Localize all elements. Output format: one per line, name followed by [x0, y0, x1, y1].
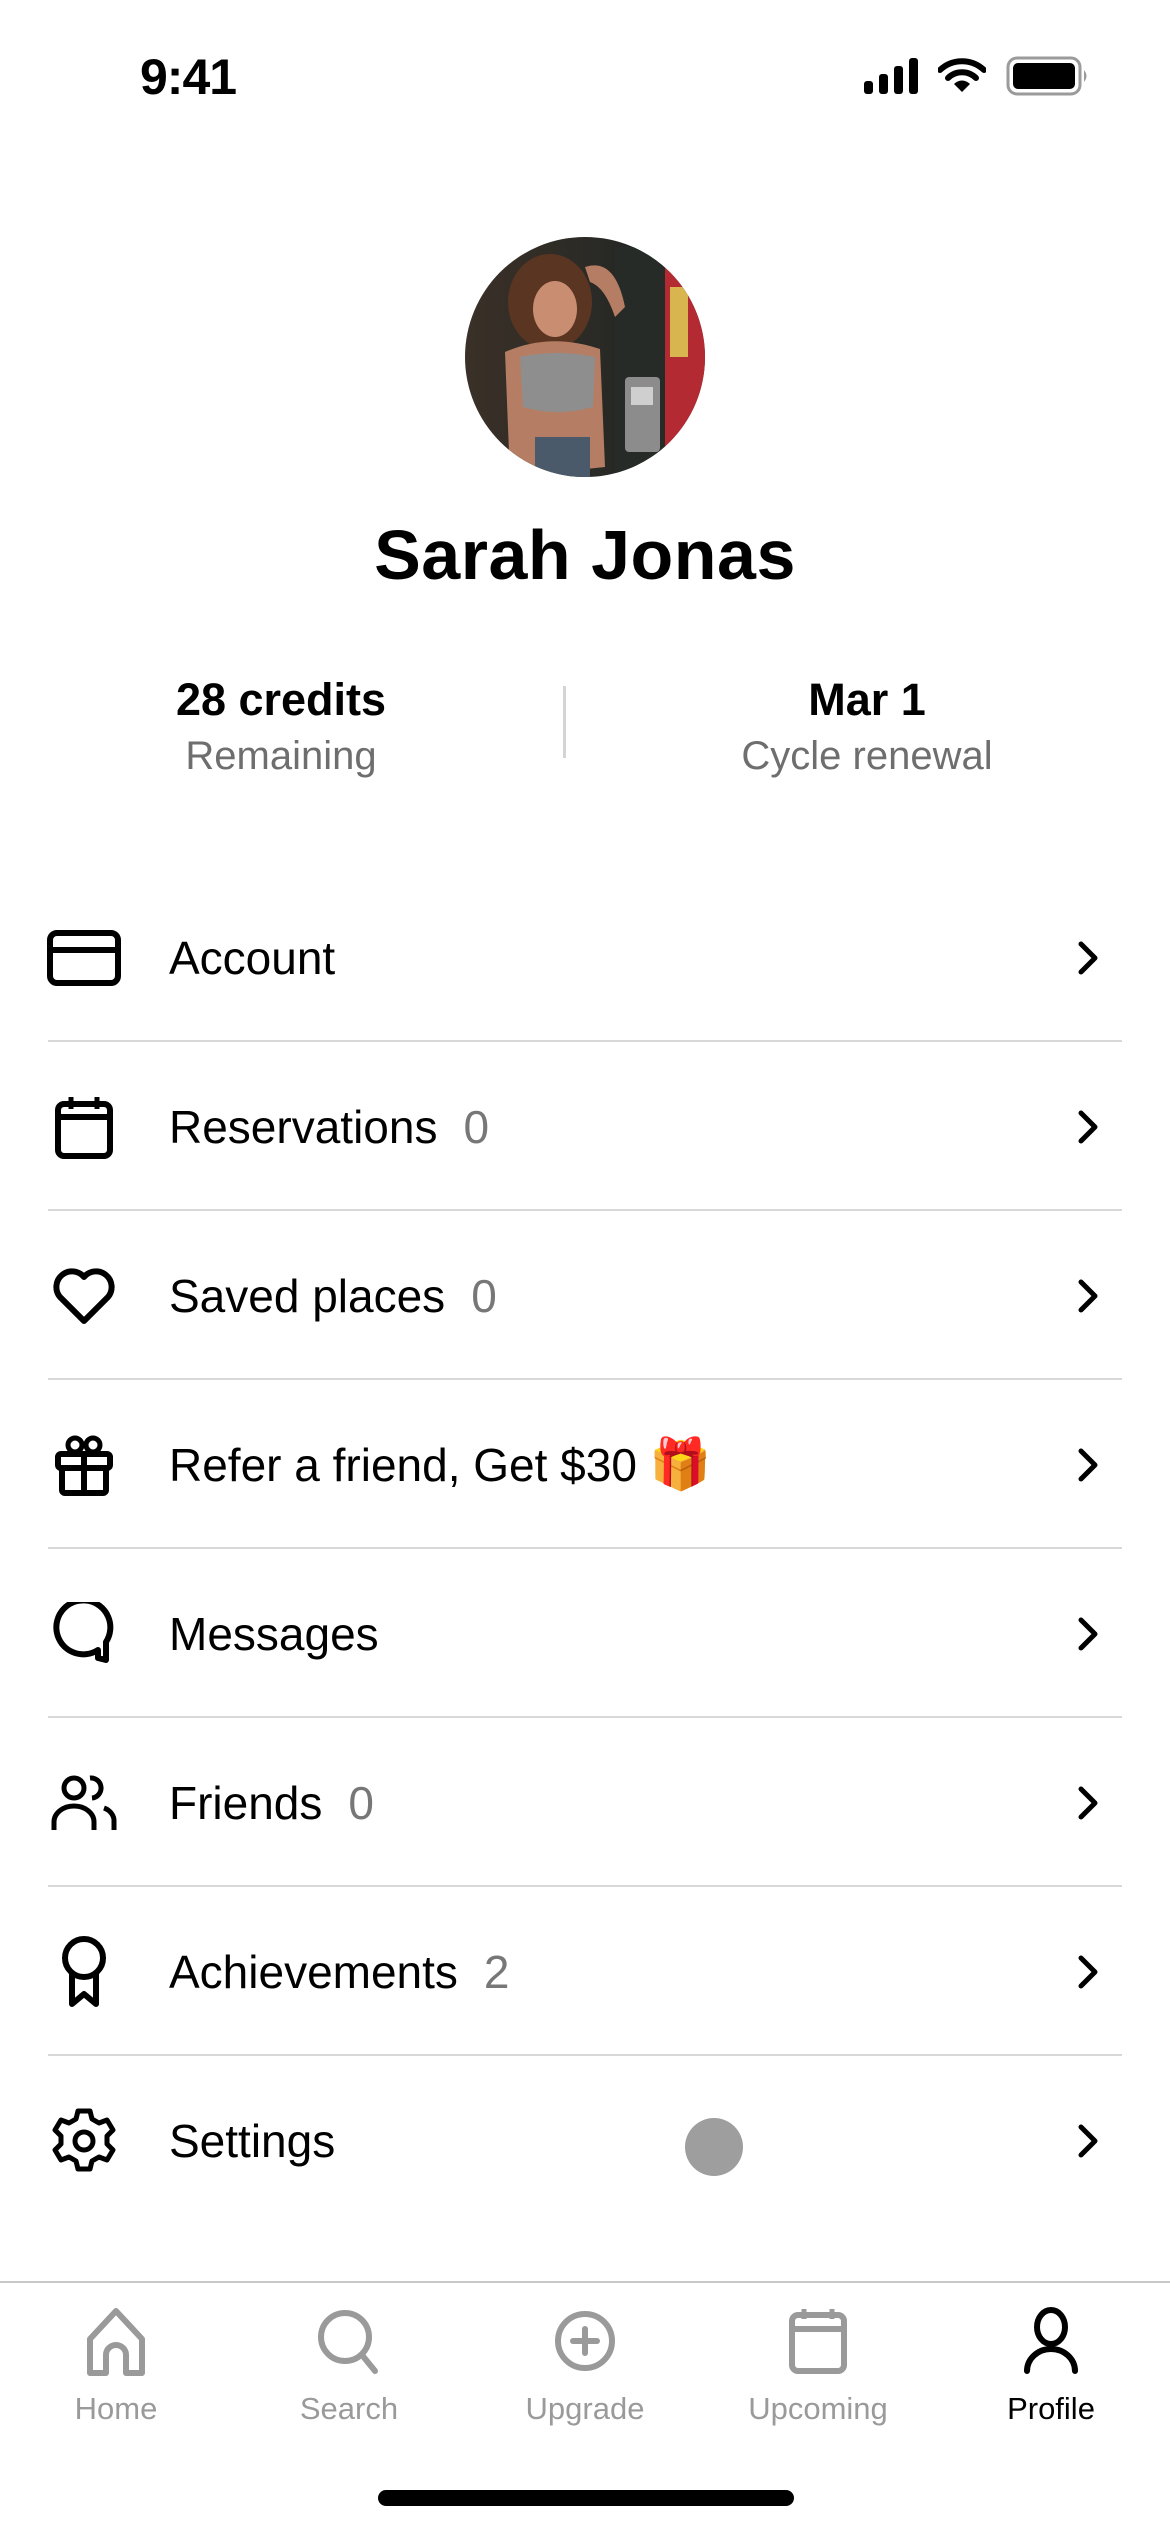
- chevron-right-icon: [1078, 1279, 1098, 1312]
- tab-label: Search: [299, 2391, 399, 2426]
- status-icons: [864, 56, 1090, 96]
- wifi-icon: [938, 58, 986, 92]
- menu-item-label: Saved places: [169, 1269, 446, 1322]
- stats-divider: [563, 686, 566, 758]
- status-bar: 9:41: [0, 0, 1170, 150]
- saved-places-count: 0: [471, 1269, 497, 1322]
- tab-upcoming[interactable]: Upcoming: [728, 2303, 908, 2427]
- heart-icon: [44, 1256, 124, 1336]
- chat-bubble-icon: [44, 1594, 124, 1674]
- menu-item-label: Friends: [169, 1776, 323, 1829]
- status-time: 9:41: [140, 49, 237, 105]
- renewal-label: Cycle renewal: [741, 734, 993, 778]
- calendar-icon: [789, 2309, 847, 2374]
- menu-item-achievements[interactable]: Achievements 2: [0, 1887, 1170, 2056]
- friends-count: 0: [348, 1776, 374, 1829]
- gift-emoji-icon: 🎁: [648, 1436, 712, 1492]
- menu-item-label: Achievements: [169, 1945, 458, 1998]
- credit-card-icon: [44, 918, 124, 998]
- tab-home[interactable]: Home: [26, 2303, 206, 2427]
- credits-stat: 28 credits Remaining: [81, 668, 481, 780]
- calendar-icon: [44, 1087, 124, 1167]
- tab-profile[interactable]: Profile: [961, 2303, 1141, 2427]
- chevron-right-icon: [1078, 941, 1098, 974]
- menu-item-friends[interactable]: Friends 0: [0, 1718, 1170, 1887]
- menu-item-settings[interactable]: Settings: [0, 2056, 1170, 2225]
- person-icon: [1024, 2307, 1078, 2374]
- avatar[interactable]: [465, 237, 705, 477]
- renewal-stat: Mar 1 Cycle renewal: [667, 668, 1067, 780]
- gift-icon: [44, 1425, 124, 1505]
- tab-upgrade[interactable]: Upgrade: [495, 2303, 675, 2427]
- battery-icon: [1006, 56, 1087, 96]
- chevron-right-icon: [1078, 1617, 1098, 1650]
- menu-item-label: Messages: [169, 1607, 379, 1660]
- home-icon: [87, 2308, 145, 2376]
- menu-item-label: Refer a friend, Get $30: [169, 1438, 637, 1491]
- membership-stats: 28 credits Remaining Mar 1 Cycle renewal: [0, 668, 1170, 788]
- credits-label: Remaining: [185, 734, 377, 778]
- tab-label: Upgrade: [525, 2391, 645, 2426]
- tab-label: Upcoming: [748, 2391, 888, 2426]
- menu-item-label: Account: [169, 931, 336, 984]
- profile-name: Sarah Jonas: [374, 516, 796, 594]
- reservations-count: 0: [463, 1100, 490, 1153]
- menu-item-saved-places[interactable]: Saved places 0: [0, 1211, 1170, 1380]
- achievements-count: 2: [483, 1945, 510, 1998]
- menu-item-messages[interactable]: Messages: [0, 1549, 1170, 1718]
- chevron-right-icon: [1078, 1955, 1098, 1988]
- users-icon: [44, 1763, 124, 1843]
- menu-item-label: Settings: [169, 2114, 336, 2167]
- credits-value: 28 credits: [175, 674, 387, 725]
- award-ribbon-icon: [44, 1932, 124, 2012]
- tab-label: Profile: [1007, 2391, 1095, 2426]
- avatar-photo: [465, 237, 705, 477]
- plus-circle-icon: [555, 2311, 615, 2371]
- tab-search[interactable]: Search: [259, 2303, 439, 2427]
- cellular-signal-icon: [864, 58, 918, 94]
- menu-item-account[interactable]: Account: [0, 873, 1170, 1042]
- chevron-right-icon: [1078, 2124, 1098, 2157]
- menu-item-label: Reservations: [169, 1100, 438, 1153]
- profile-menu: Account Reservations 0 Saved places 0 Re…: [0, 873, 1170, 2225]
- home-indicator[interactable]: [378, 2490, 794, 2506]
- gear-icon: [44, 2101, 124, 2181]
- touch-indicator: [685, 2118, 743, 2176]
- search-icon: [318, 2310, 378, 2374]
- menu-item-reservations[interactable]: Reservations 0: [0, 1042, 1170, 1211]
- tab-label: Home: [74, 2391, 158, 2426]
- renewal-value: Mar 1: [808, 674, 926, 725]
- chevron-right-icon: [1078, 1110, 1098, 1143]
- chevron-right-icon: [1078, 1786, 1098, 1819]
- menu-item-refer-friend[interactable]: Refer a friend, Get $30 🎁: [0, 1380, 1170, 1549]
- chevron-right-icon: [1078, 1448, 1098, 1481]
